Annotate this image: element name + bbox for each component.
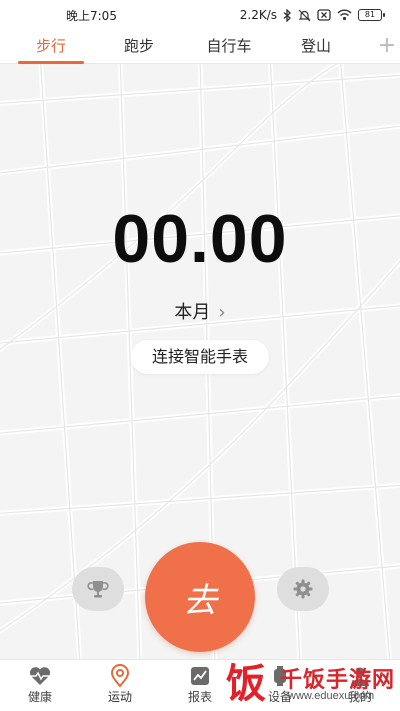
status-time: 晚上7:05 [66,8,117,23]
nav-devices-label: 设备 [267,690,292,704]
achievements-button[interactable] [72,567,124,611]
nav-profile[interactable]: 我的 [330,664,390,705]
nav-reports-label: 报表 [187,690,212,704]
status-icons: 2.2K/s 81 [239,8,385,22]
add-tab-icon[interactable]: + [376,35,398,57]
bottom-nav: 健康 运动 报表 设备 我的 [0,659,400,711]
tab-hiking[interactable]: 登山 [284,30,348,64]
status-bar: 晚上7:05 2.2K/s 81 [0,0,400,30]
nav-health-label: 健康 [27,690,52,704]
settings-button[interactable] [277,567,329,611]
sport-type-tabs: 步行 跑步 自行车 登山 + [0,30,400,64]
bluetooth-icon [283,8,291,22]
chart-icon [191,667,209,685]
connect-watch-button[interactable]: 连接智能手表 [131,340,269,374]
period-selector[interactable]: 本月 › [0,298,400,324]
heart-pulse-icon [29,667,51,685]
tab-running[interactable]: 跑步 [104,30,174,64]
start-workout-button[interactable]: 去 [145,542,255,652]
nav-exercise-label: 运动 [107,690,132,704]
battery-level: 81 [364,10,376,19]
trophy-icon [87,581,109,598]
distance-value: 00.00 [112,201,288,277]
device-icon [274,666,286,686]
mute-bell-icon [298,9,311,21]
period-label: 本月 [174,302,211,323]
location-pin-icon [110,664,130,688]
battery-icon: 81 [358,9,385,21]
network-speed: 2.2K/s [239,8,277,22]
profile-icon [351,667,369,686]
nav-reports[interactable]: 报表 [170,664,230,705]
chevron-right-icon: › [218,302,226,323]
nav-health[interactable]: 健康 [10,664,70,705]
tab-cycling[interactable]: 自行车 [192,30,266,64]
wifi-icon [337,9,352,21]
nav-devices[interactable]: 设备 [250,664,310,705]
gear-icon [293,579,313,599]
nav-exercise[interactable]: 运动 [90,664,150,705]
nav-profile-label: 我的 [347,690,372,704]
sim-off-icon [317,9,331,21]
tab-walking[interactable]: 步行 [18,30,84,64]
